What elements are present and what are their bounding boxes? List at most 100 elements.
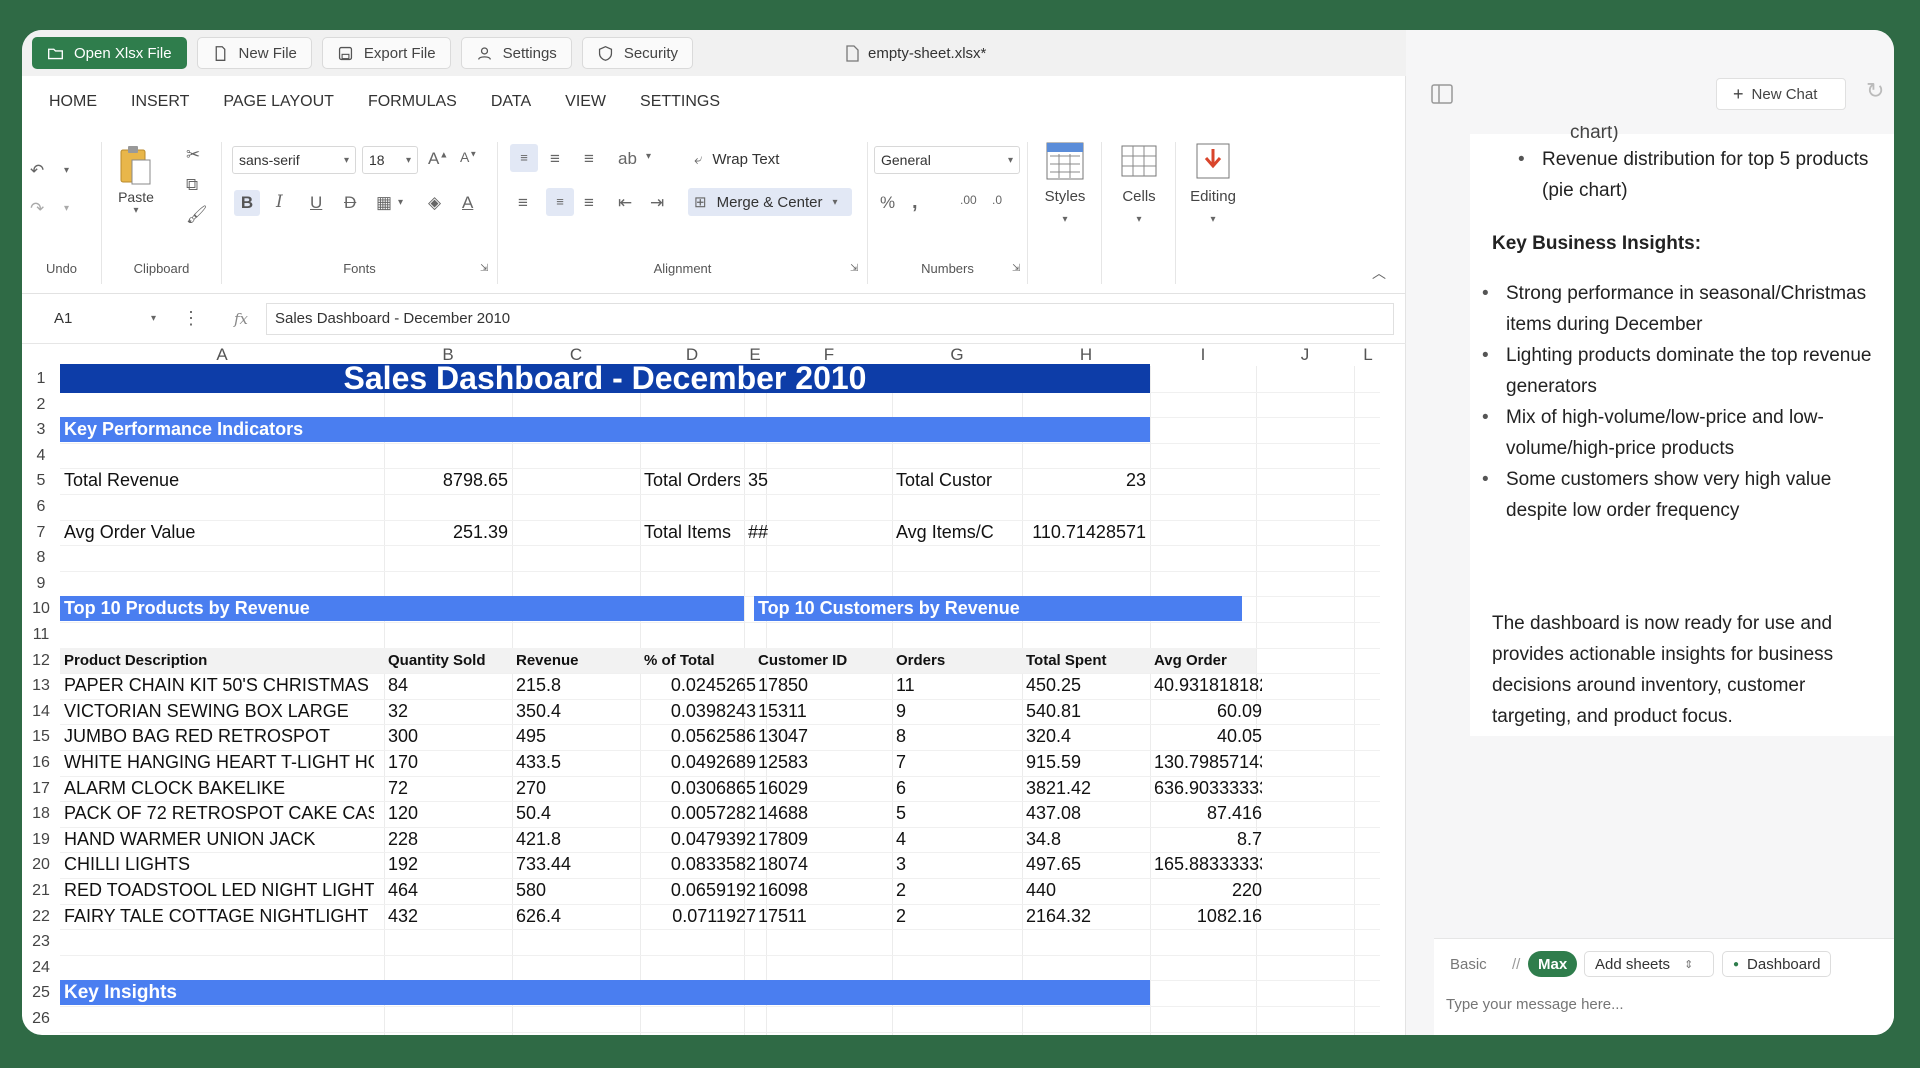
row-header[interactable]: 21	[22, 878, 60, 904]
table-cell[interactable]: 437.08	[1026, 801, 1146, 827]
decrease-font-icon[interactable]: A▼	[460, 150, 477, 164]
row-header[interactable]: 26	[22, 1006, 60, 1032]
table-cell[interactable]: 84	[388, 673, 502, 699]
table-cell[interactable]: 14688	[758, 801, 888, 827]
settings-button[interactable]: Settings	[460, 37, 572, 69]
new-chat-button[interactable]: + New Chat	[1716, 78, 1846, 110]
table-cell[interactable]: 464	[388, 878, 502, 904]
table-cell[interactable]: 8.7	[1154, 827, 1262, 853]
export-file-button[interactable]: Export File	[321, 37, 451, 69]
decrease-decimal-icon[interactable]: .0	[992, 194, 1002, 206]
table-cell[interactable]: 432	[388, 904, 502, 930]
table-cell[interactable]: 13047	[758, 724, 888, 750]
column-title[interactable]: Avg Order	[1150, 647, 1256, 674]
table-cell[interactable]: 17850	[758, 673, 888, 699]
redo-icon[interactable]: ↷	[30, 200, 44, 217]
column-header[interactable]: L	[1354, 344, 1382, 366]
row-header[interactable]: 17	[22, 776, 60, 802]
orientation-icon[interactable]: ab	[618, 150, 637, 167]
row-header[interactable]: 3	[22, 417, 60, 443]
table-cell[interactable]: 34.8	[1026, 827, 1146, 853]
table-cell[interactable]: 540.81	[1026, 699, 1146, 725]
table-cell[interactable]: 0.0711927	[644, 904, 756, 930]
row-header[interactable]: 14	[22, 699, 60, 725]
sidebar-toggle-icon[interactable]	[1430, 82, 1454, 106]
paste-dropdown-icon[interactable]: ▾	[108, 205, 164, 216]
table-cell[interactable]: PACK OF 72 RETROSPOT CAKE CAS	[64, 801, 374, 827]
security-button[interactable]: Security	[581, 37, 693, 69]
table-cell[interactable]: 350.4	[516, 699, 630, 725]
open-xlsx-button[interactable]: Open Xlsx File	[32, 37, 187, 69]
paste-button[interactable]: Paste ▾	[108, 144, 164, 234]
table-cell[interactable]: 130.79857143	[1154, 750, 1262, 776]
align-bottom-icon[interactable]: ≡	[584, 150, 594, 167]
table-cell[interactable]: CHILLI LIGHTS	[64, 852, 374, 878]
table-cell[interactable]: 0.0306865	[644, 776, 756, 802]
table-cell[interactable]: 0.0057282	[644, 801, 756, 827]
table-cell[interactable]: 6	[896, 776, 1018, 802]
kpi-label[interactable]: Total Custor	[896, 468, 1018, 494]
tab-home[interactable]: HOME	[32, 76, 114, 128]
column-title[interactable]: % of Total	[640, 647, 766, 674]
undo-icon[interactable]: ↶	[30, 162, 44, 179]
dashboard-title[interactable]: Sales Dashboard - December 2010	[60, 362, 1150, 394]
table-cell[interactable]: 72	[388, 776, 502, 802]
table-cell[interactable]: 300	[388, 724, 502, 750]
kpi-value[interactable]: 23	[1026, 468, 1146, 494]
strikethrough-icon[interactable]: D	[344, 194, 356, 211]
align-center-button[interactable]: ≡	[546, 188, 574, 216]
table-cell[interactable]: 50.4	[516, 801, 630, 827]
column-title[interactable]: Quantity Sold	[384, 647, 512, 674]
alignment-launcher-icon[interactable]: ⇲	[850, 264, 858, 274]
increase-indent-icon[interactable]: ⇥	[650, 194, 664, 211]
increase-decimal-icon[interactable]: .00	[960, 194, 977, 206]
table-cell[interactable]: 40.931818182	[1154, 673, 1262, 699]
font-color-icon[interactable]: A	[462, 194, 473, 211]
table-cell[interactable]: 450.25	[1026, 673, 1146, 699]
table-cell[interactable]: WHITE HANGING HEART T-LIGHT HO	[64, 750, 374, 776]
table-cell[interactable]: 440	[1026, 878, 1146, 904]
table-cell[interactable]: 16098	[758, 878, 888, 904]
table-cell[interactable]: 40.05	[1154, 724, 1262, 750]
kpi-label[interactable]: Avg Items/C	[896, 520, 1018, 546]
kpi-label[interactable]: Total Items	[644, 520, 740, 546]
table-cell[interactable]: 9	[896, 699, 1018, 725]
kpi-label[interactable]: Total Revenue	[64, 468, 380, 494]
wrap-text-button[interactable]: ⤶ Wrap Text	[694, 146, 779, 172]
row-header[interactable]: 18	[22, 801, 60, 827]
row-header[interactable]: 5	[22, 468, 60, 494]
row-header[interactable]: 22	[22, 904, 60, 930]
table-cell[interactable]: JUMBO BAG RED RETROSPOT	[64, 724, 374, 750]
insight-row[interactable]: • Total revenue of $8,798.65 from 35 ord…	[62, 1032, 762, 1035]
kpi-value[interactable]: 110.71428571	[1026, 520, 1146, 546]
table-cell[interactable]: 5	[896, 801, 1018, 827]
align-right-icon[interactable]: ≡	[584, 194, 594, 211]
table-cell[interactable]: 120	[388, 801, 502, 827]
row-header[interactable]: 19	[22, 827, 60, 853]
numbers-launcher-icon[interactable]: ⇲	[1012, 264, 1020, 274]
table-cell[interactable]: 2	[896, 904, 1018, 930]
table-cell[interactable]: 170	[388, 750, 502, 776]
table-cell[interactable]: 433.5	[516, 750, 630, 776]
cells-group[interactable]: Cells ▾	[1102, 142, 1176, 284]
table-cell[interactable]: 626.4	[516, 904, 630, 930]
tab-settings[interactable]: SETTINGS	[623, 76, 737, 128]
column-title[interactable]: Revenue	[512, 647, 640, 674]
table-cell[interactable]: 915.59	[1026, 750, 1146, 776]
table-cell[interactable]: 0.0479392	[644, 827, 756, 853]
comma-style-icon[interactable]: ,	[912, 192, 918, 212]
kpi-value[interactable]: ##	[748, 520, 780, 546]
kpi-label[interactable]: Avg Order Value	[64, 520, 380, 546]
kpi-header[interactable]: Key Performance Indicators	[60, 417, 1150, 443]
format-painter-icon[interactable]: 🖌	[186, 206, 208, 223]
refresh-icon[interactable]: ↻	[1866, 78, 1884, 104]
row-header[interactable]: 20	[22, 852, 60, 878]
redo-dropdown-icon[interactable]: ▾	[64, 204, 69, 214]
font-family-select[interactable]: sans-serif ▾	[232, 146, 356, 174]
table-cell[interactable]: VICTORIAN SEWING BOX LARGE	[64, 699, 374, 725]
row-header[interactable]: 12	[22, 648, 60, 674]
align-top-button[interactable]: ≡	[510, 144, 538, 172]
column-header[interactable]: I	[1150, 344, 1256, 366]
font-size-select[interactable]: 18 ▾	[362, 146, 418, 174]
table-cell[interactable]: FAIRY TALE COTTAGE NIGHTLIGHT	[64, 904, 374, 930]
